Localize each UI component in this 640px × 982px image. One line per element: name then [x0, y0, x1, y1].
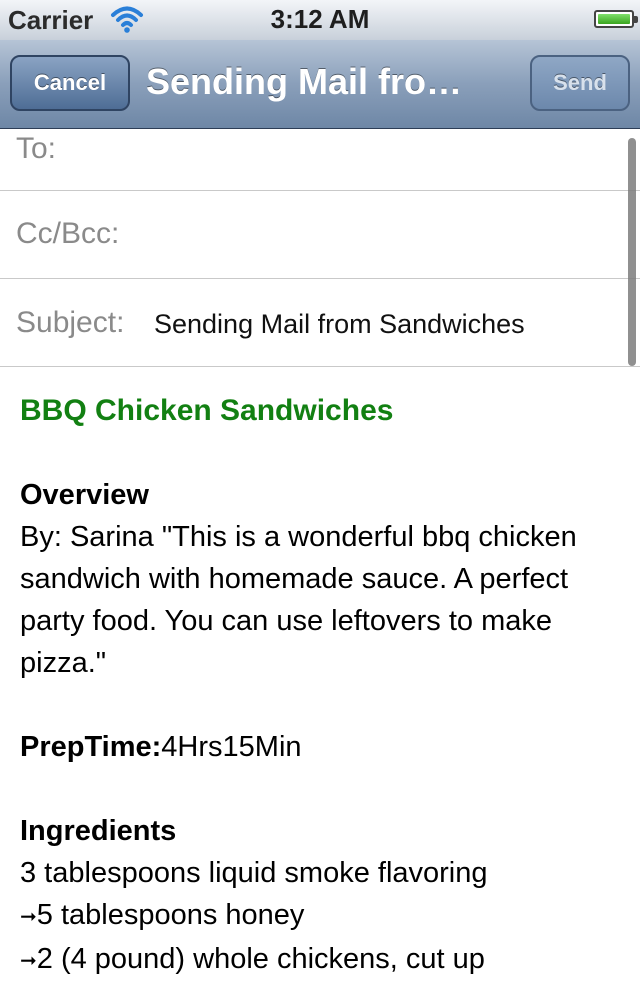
- to-label: To:: [16, 132, 57, 165]
- subject-input[interactable]: Sending Mail from Sandwiches: [154, 309, 525, 340]
- overview-heading: Overview: [20, 479, 149, 511]
- ingredient-item: ➞5 tablespoons honey: [20, 894, 620, 938]
- subject-label: Subject:: [16, 306, 125, 339]
- clock: 3:12 AM: [270, 4, 370, 34]
- ingredients-heading: Ingredients: [20, 815, 177, 847]
- ingredient-text: 2 (4 pound) whole chickens, cut up: [36, 943, 485, 975]
- prep-time-line: PrepTime:4Hrs15Min: [20, 726, 620, 768]
- cancel-button[interactable]: Cancel: [10, 55, 130, 111]
- subject-field[interactable]: Subject: Sending Mail from Sandwiches: [0, 279, 640, 367]
- nav-title: Sending Mail fro…: [146, 61, 463, 102]
- status-bar: Carrier 3:12 AM: [0, 0, 640, 40]
- arrow-bullet-icon: ➞: [20, 950, 37, 972]
- navigation-bar: Cancel Sending Mail fro… Send: [0, 40, 640, 129]
- battery-icon: [594, 10, 638, 28]
- battery-level: [598, 14, 630, 24]
- ingredient-text: 5 tablespoons honey: [36, 899, 305, 931]
- ingredient-item: ➞2 (4 pound) whole chickens, cut up: [20, 938, 620, 982]
- arrow-bullet-icon: ➞: [20, 906, 37, 928]
- send-button[interactable]: Send: [530, 55, 630, 111]
- cc-bcc-field[interactable]: Cc/Bcc:: [0, 191, 640, 279]
- overview-text: By: Sarina "This is a wonderful bbq chic…: [20, 521, 577, 679]
- cc-bcc-label: Cc/Bcc:: [16, 217, 120, 250]
- prep-time-label: PrepTime:: [20, 731, 162, 763]
- prep-time-value: 4Hrs15Min: [161, 731, 302, 763]
- scroll-indicator: [628, 138, 636, 366]
- to-field[interactable]: To:: [0, 128, 640, 191]
- ingredient-item: 3 tablespoons liquid smoke flavoring: [20, 857, 488, 889]
- message-body[interactable]: BBQ Chicken Sandwiches Overview By: Sari…: [20, 390, 620, 982]
- recipe-title: BBQ Chicken Sandwiches: [20, 394, 394, 427]
